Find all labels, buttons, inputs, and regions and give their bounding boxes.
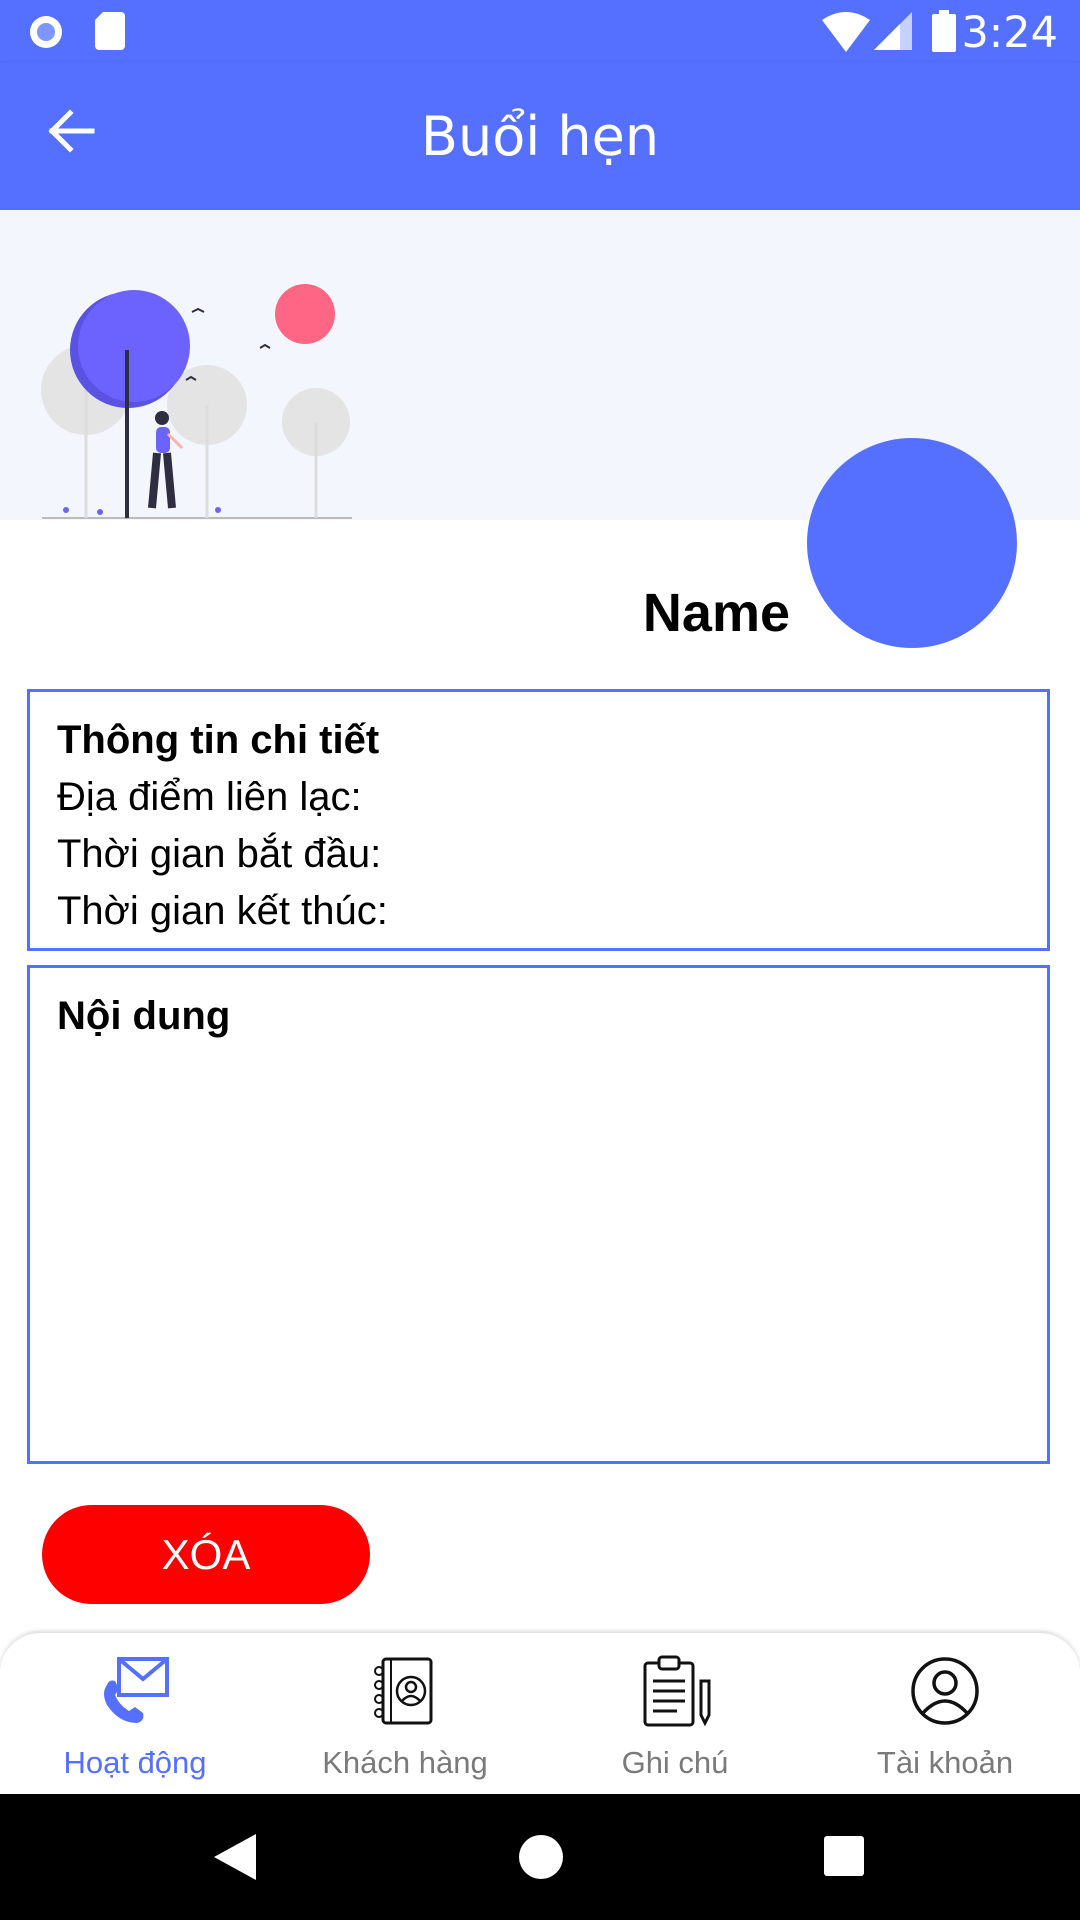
walking-woman-illustration	[41, 284, 352, 519]
battery-icon	[932, 10, 956, 52]
contacts-book-icon	[374, 1657, 433, 1725]
record-icon	[30, 16, 62, 48]
profile-name: Name	[642, 583, 790, 643]
back-triangle-icon[interactable]	[212, 1832, 258, 1882]
start-time-label: Thời gian bắt đầu:	[57, 832, 382, 876]
phone-mail-icon	[104, 1657, 169, 1723]
end-time-label: Thời gian kết thúc:	[57, 889, 388, 933]
details-heading: Thông tin chi tiết	[57, 718, 380, 762]
page-title: Buổi hẹn	[420, 105, 660, 168]
details-card: Thông tin chi tiết Địa điểm liên lạc: Th…	[27, 689, 1050, 951]
nav-item-account[interactable]: Tài khoản	[810, 1653, 1080, 1793]
recents-square-icon[interactable]	[824, 1836, 864, 1876]
delete-button[interactable]: XÓA	[42, 1505, 370, 1604]
nav-item-customers[interactable]: Khách hàng	[270, 1653, 540, 1793]
nav-label-activities: Hoạt động	[63, 1745, 207, 1780]
avatar[interactable]	[807, 438, 1017, 648]
nav-label-customers: Khách hàng	[322, 1745, 488, 1780]
nav-item-activities[interactable]: Hoạt động	[0, 1653, 270, 1793]
content-heading: Nội dung	[57, 994, 231, 1038]
home-circle-icon[interactable]	[518, 1834, 564, 1880]
content-card: Nội dung	[27, 965, 1050, 1464]
app-bar: Buổi hẹn	[0, 63, 1080, 210]
sd-card-icon	[95, 12, 125, 50]
wifi-icon	[822, 12, 870, 52]
system-navigation-bar	[0, 1794, 1080, 1920]
clipboard-note-icon	[643, 1655, 711, 1727]
nav-item-notes[interactable]: Ghi chú	[540, 1653, 810, 1793]
signal-icon	[874, 12, 912, 50]
status-bar: 3:24	[0, 0, 1080, 63]
clock-time: 3:24	[961, 8, 1058, 58]
nav-label-account: Tài khoản	[876, 1745, 1014, 1780]
nav-label-notes: Ghi chú	[621, 1745, 729, 1780]
account-icon	[911, 1657, 979, 1725]
bottom-navigation: Hoạt động Khách hàng Ghi chú Tài khoản	[0, 1633, 1080, 1794]
location-label: Địa điểm liên lạc:	[57, 775, 362, 819]
